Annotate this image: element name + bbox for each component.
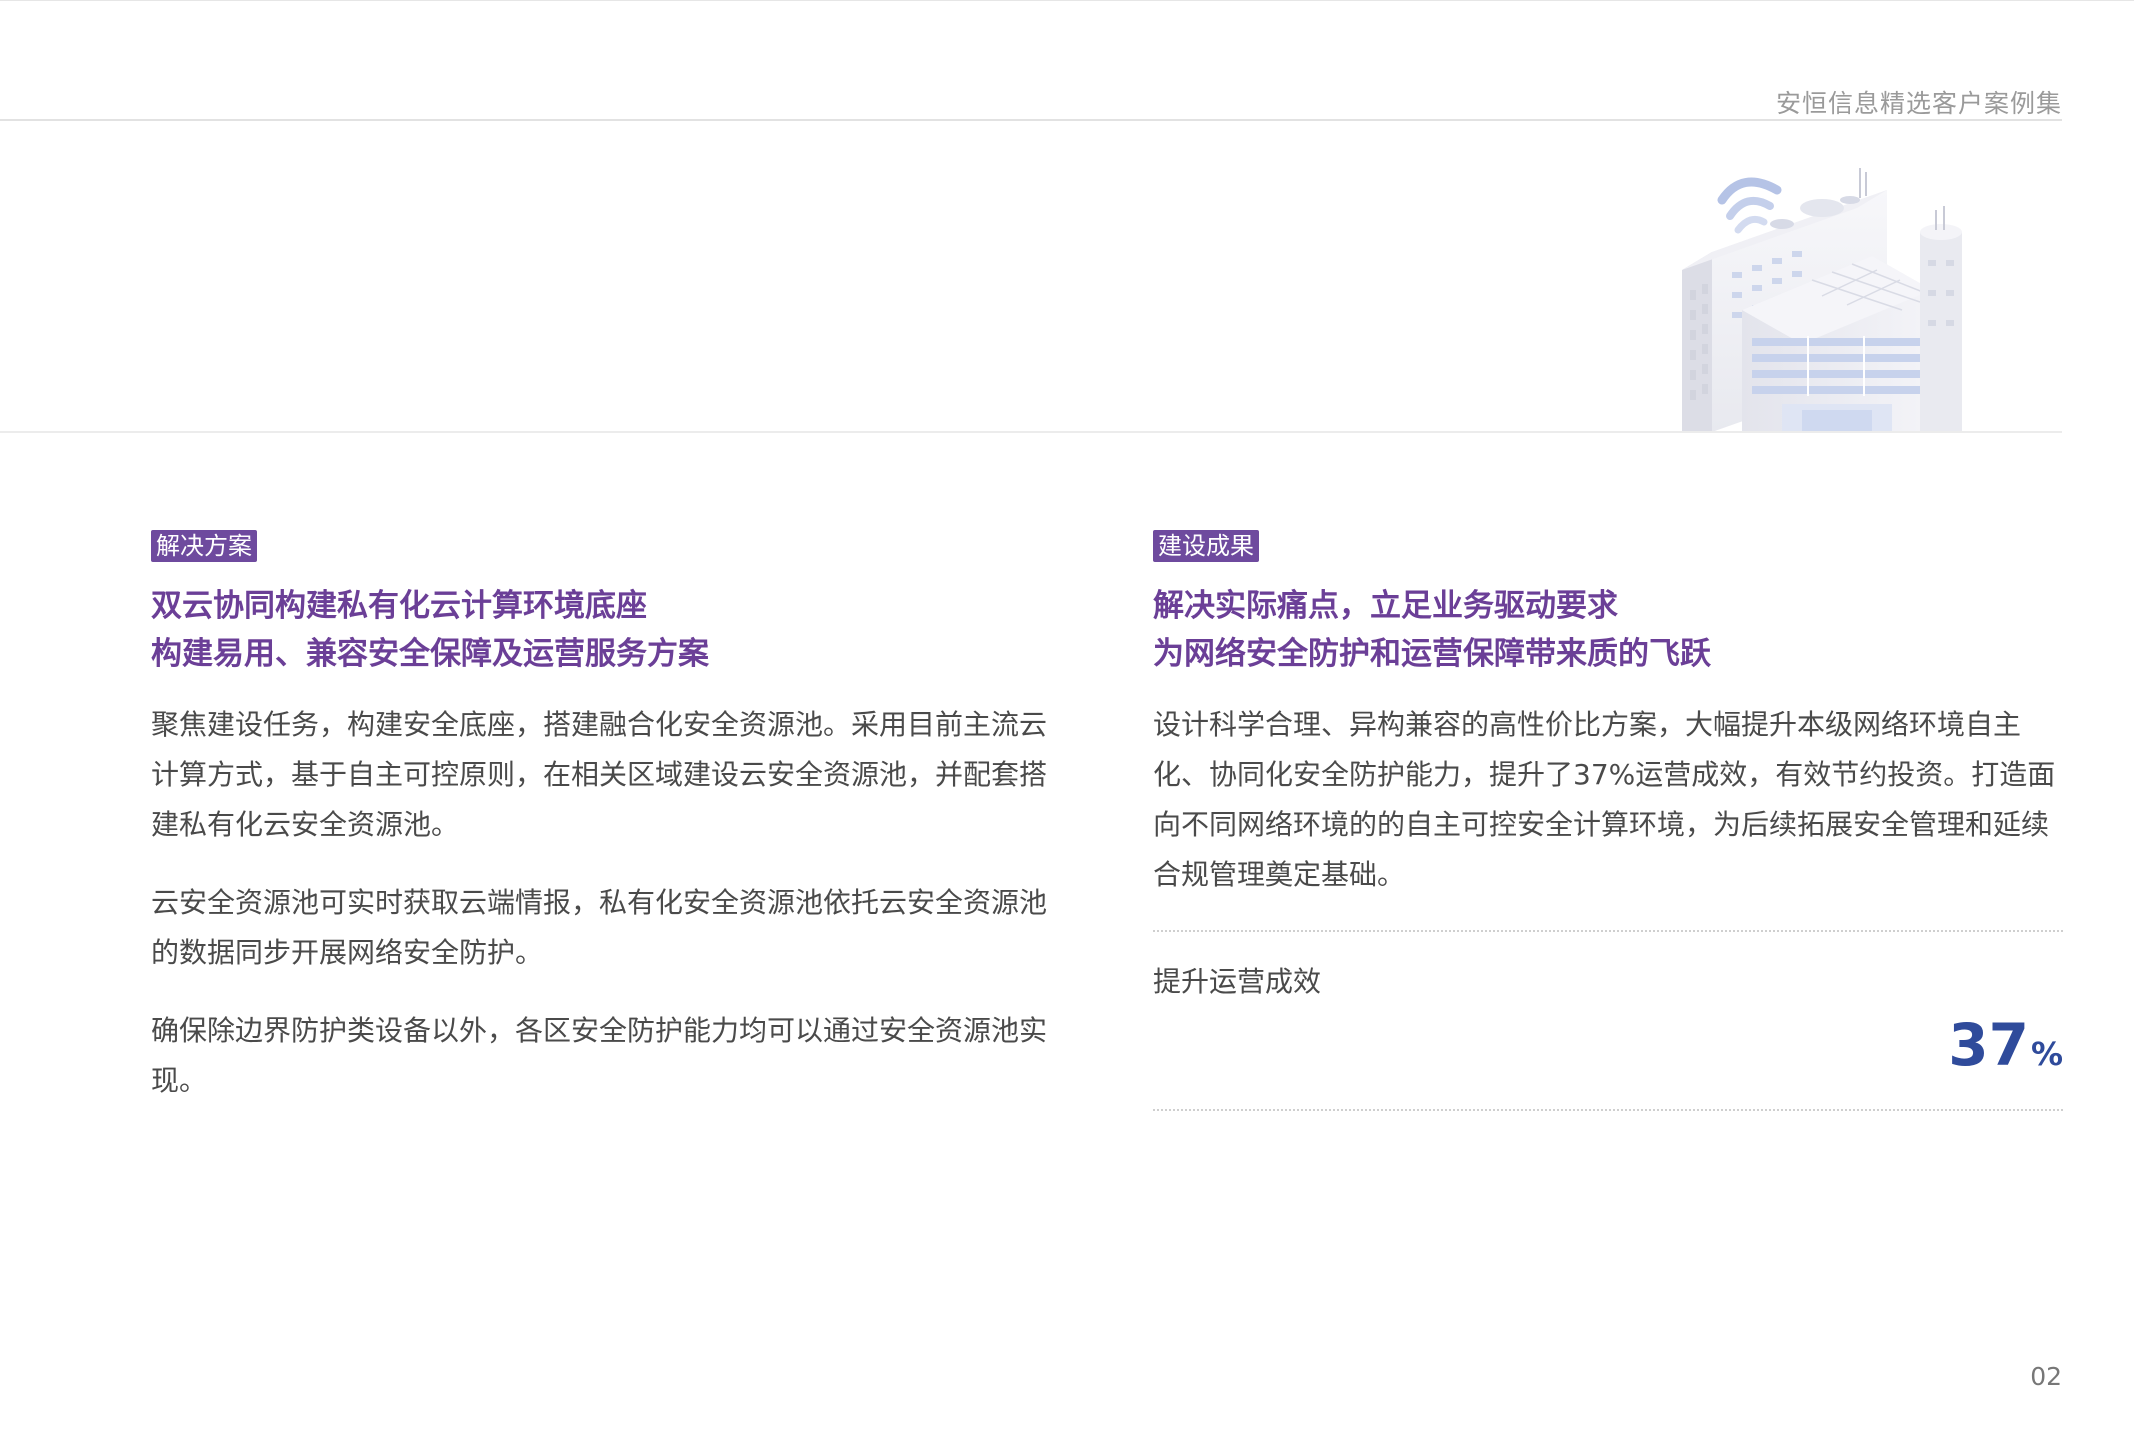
metric-top-divider xyxy=(1153,930,2063,932)
banner-bottom-divider xyxy=(0,431,2062,433)
document-header-title: 安恒信息精选客户案例集 xyxy=(1775,89,2062,118)
solution-paragraph: 确保除边界防护类设备以外，各区安全防护能力均可以通过安全资源池实现。 xyxy=(151,1014,1048,1097)
metric-label: 提升运营成效 xyxy=(1153,965,1322,998)
page-number: 02 xyxy=(2030,1362,2062,1391)
metric-bottom-divider xyxy=(1153,1109,2063,1111)
metric-unit: % xyxy=(2030,1035,2063,1073)
results-headline-line: 解决实际痛点，立足业务驱动要求 xyxy=(1153,588,1618,624)
metric-value: 37% xyxy=(1153,1010,2063,1095)
solution-section: 解决方案 双云协同构建私有化云计算环境底座 构建易用、兼容安全保障及运营服务方案… xyxy=(151,530,1062,1134)
results-paragraph: 设计科学合理、异构兼容的高性价比方案，大幅提升本级网络环境自主化、协同化安全防护… xyxy=(1153,708,2056,891)
results-tag: 建设成果 xyxy=(1153,530,1259,562)
results-headline: 解决实际痛点，立足业务驱动要求 为网络安全防护和运营保障带来质的飞跃 xyxy=(1153,582,2063,678)
results-headline-line: 为网络安全防护和运营保障带来质的飞跃 xyxy=(1153,636,1711,672)
metric-number: 37 xyxy=(1948,1011,2029,1079)
solution-tag: 解决方案 xyxy=(151,530,257,562)
top-divider xyxy=(0,0,2134,1)
results-section: 建设成果 解决实际痛点，立足业务驱动要求 为网络安全防护和运营保障带来质的飞跃 … xyxy=(1153,530,2063,1111)
solution-paragraph: 聚焦建设任务，构建安全底座，搭建融合化安全资源池。采用目前主流云计算方式，基于自… xyxy=(151,708,1048,841)
solution-headline-line: 双云协同构建私有化云计算环境底座 xyxy=(151,588,647,624)
office-building-illustration-icon xyxy=(1682,168,1962,432)
solution-paragraph: 云安全资源池可实时获取云端情报，私有化安全资源池依托云安全资源池的数据同步开展网… xyxy=(151,886,1048,969)
header-divider xyxy=(0,119,2062,121)
solution-headline-line: 构建易用、兼容安全保障及运营服务方案 xyxy=(151,636,709,672)
solution-headline: 双云协同构建私有化云计算环境底座 构建易用、兼容安全保障及运营服务方案 xyxy=(151,582,1062,678)
